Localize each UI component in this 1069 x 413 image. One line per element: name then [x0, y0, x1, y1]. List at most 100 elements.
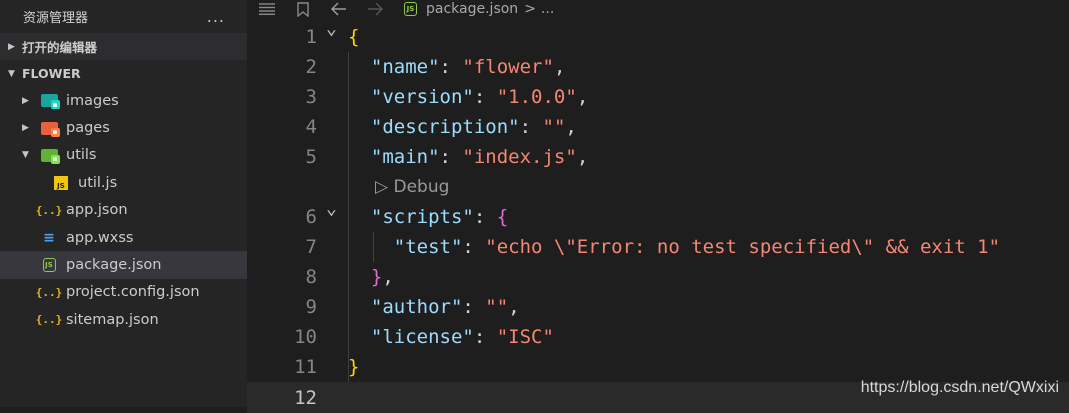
code-token: "description" — [370, 116, 520, 138]
back-arrow-icon[interactable] — [331, 2, 347, 16]
tree-item[interactable]: ≡ app.wxss — [0, 224, 247, 251]
code-text: { — [348, 26, 359, 48]
code-token: "" — [485, 296, 509, 318]
code-token: , — [576, 86, 589, 108]
breadcrumb-separator: > — [524, 1, 536, 17]
code-token: "main" — [370, 146, 440, 168]
code-line: 7 "test": "echo \"Error: no test specifi… — [247, 232, 1069, 262]
tree-item[interactable]: ▶ ▪ pages — [0, 114, 247, 141]
code-token: , — [565, 116, 577, 138]
code-token: : — [462, 236, 486, 258]
code-line: 8 }, — [247, 262, 1069, 292]
code-line: 11} — [247, 352, 1069, 382]
code-line: 2 "name": "flower", — [247, 52, 1069, 82]
code-token: , — [382, 266, 394, 288]
line-number: 2 — [305, 56, 317, 78]
code-token: , — [553, 56, 566, 78]
watermark: https://blog.csdn.net/QWxixi — [860, 379, 1059, 396]
tree-item[interactable]: ▼ ▪ utils — [0, 142, 247, 169]
line-number: 10 — [294, 326, 317, 348]
pages-folder-icon: ▪ — [40, 120, 60, 137]
code-token: "" — [542, 116, 566, 138]
forward-arrow-icon[interactable] — [367, 2, 383, 16]
tree-item-label: images — [66, 92, 119, 109]
code-token: : — [473, 326, 497, 348]
code-token: "license" — [370, 326, 474, 348]
code-token: "scripts" — [370, 206, 474, 228]
code-token: } — [370, 266, 383, 288]
code-token: : — [519, 116, 543, 138]
code-token: "name" — [370, 56, 440, 78]
code-token: } — [348, 356, 360, 378]
json-file-icon: {..} — [35, 313, 63, 327]
line-number: 11 — [294, 356, 317, 378]
breadcrumb-tail[interactable]: ... — [541, 1, 554, 17]
open-editors-label: 打开的编辑器 — [22, 40, 98, 55]
code-token: "test" — [393, 236, 463, 258]
tree-item-label: util.js — [78, 174, 118, 191]
tree-item-label: pages — [66, 120, 110, 137]
line-number: 5 — [305, 146, 317, 168]
bookmark-icon[interactable] — [297, 1, 309, 17]
code-line: 5 "main": "index.js", — [247, 142, 1069, 172]
code-token: : — [462, 296, 486, 318]
explorer-sidebar: 资源管理器 ... ▶ 打开的编辑器 ▼ FLOWER ▶ ▪ images ▶ ▪ pa… — [0, 0, 247, 407]
line-number: 6 — [305, 206, 317, 228]
code-token: "index.js" — [462, 146, 577, 168]
tree-item[interactable]: {..} app.json — [0, 197, 247, 224]
code-text: }, — [348, 266, 394, 288]
project-section[interactable]: ▼ FLOWER — [0, 60, 247, 87]
line-number: 1 — [305, 26, 317, 48]
breadcrumb-file[interactable]: package.json — [426, 1, 518, 17]
tree-item[interactable]: {..} project.config.json — [0, 279, 247, 306]
file-tree: ▶ ▪ images ▶ ▪ pages ▼ ▪ utils JS util.js {..} app.j… — [0, 87, 247, 334]
chevron-right-icon: ▶ — [8, 41, 15, 52]
list-icon[interactable] — [259, 3, 275, 15]
tree-item[interactable]: {..} sitemap.json — [0, 306, 247, 333]
code-line: 9 "author": "", — [247, 292, 1069, 322]
tree-item-label: utils — [66, 147, 97, 164]
tree-item-label: app.json — [66, 202, 128, 219]
codelens-row: ▷ Debug — [247, 172, 1069, 202]
debug-codelens[interactable]: ▷ Debug — [375, 177, 449, 197]
chevron-right-icon: ▶ — [22, 123, 29, 134]
tree-item-label: package.json — [66, 257, 162, 274]
code-text: } — [348, 356, 359, 378]
code-token: : — [473, 86, 497, 108]
utils-folder-icon: ▪ — [40, 147, 60, 164]
fold-chevron-icon[interactable]: ⌄ — [326, 198, 337, 219]
code-line: 6 ⌄ "scripts": { — [247, 198, 1069, 232]
code-token: : — [439, 146, 463, 168]
code-token: "author" — [370, 296, 463, 318]
explorer-header: 资源管理器 ... — [0, 0, 247, 33]
code-token: "version" — [370, 86, 474, 108]
code-token: { — [496, 206, 509, 228]
code-text: "author": "", — [348, 296, 520, 318]
breadcrumb: JS package.json > ... — [247, 0, 1069, 18]
code-text: "license": "ISC" — [348, 326, 554, 348]
open-editors-section[interactable]: ▶ 打开的编辑器 — [0, 33, 247, 60]
code-token: "ISC" — [496, 326, 554, 348]
tree-item-label: app.wxss — [66, 229, 134, 246]
tree-item[interactable]: JS package.json — [0, 251, 247, 279]
json-file-icon: {..} — [35, 203, 63, 217]
code-editor[interactable]: 1 ⌄ {2 "name": "flower", 3 "version": "1.0.… — [247, 18, 1069, 413]
code-text: "name": "flower", — [348, 56, 566, 78]
tree-item[interactable]: ▶ ▪ images — [0, 87, 247, 114]
chevron-right-icon: ▶ — [22, 95, 29, 106]
line-number: 3 — [305, 86, 317, 108]
tree-item[interactable]: JS util.js — [0, 169, 247, 196]
line-number: 8 — [305, 266, 317, 288]
code-text: "main": "index.js", — [348, 146, 588, 168]
more-actions-button[interactable]: ... — [207, 7, 225, 26]
tree-item-label: sitemap.json — [66, 311, 159, 328]
nodejs-file-icon: JS — [40, 257, 58, 273]
fold-chevron-icon[interactable]: ⌄ — [326, 18, 337, 39]
js-file-icon: JS — [52, 175, 70, 191]
code-text: "version": "1.0.0", — [348, 86, 588, 108]
